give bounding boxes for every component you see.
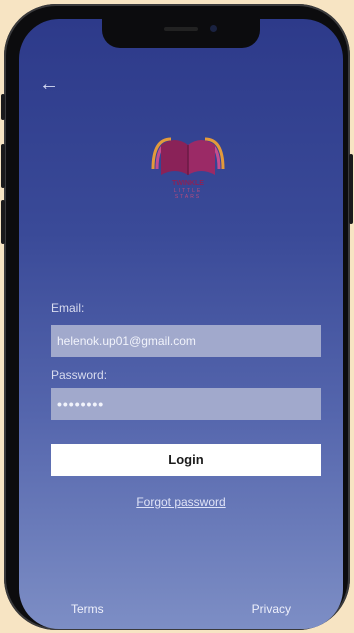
app-logo: TWINKLE LITTLE STARS: [149, 125, 227, 201]
logo-line1: TWINKLE: [172, 180, 204, 187]
speaker: [164, 27, 198, 31]
forgot-password-link[interactable]: Forgot password: [19, 495, 343, 509]
email-field[interactable]: helenok.up01@gmail.com: [51, 325, 321, 357]
front-camera: [210, 25, 217, 32]
privacy-link[interactable]: Privacy: [252, 602, 291, 616]
book-logo-icon: TWINKLE LITTLE STARS: [151, 137, 225, 200]
password-field[interactable]: ••••••••: [51, 388, 321, 420]
password-label: Password:: [51, 368, 108, 382]
terms-link[interactable]: Terms: [71, 602, 104, 616]
power-button: [349, 154, 353, 224]
mute-switch: [1, 94, 5, 120]
app-screen: ← TWINKLE LITTLE STARS Email: helenok.up…: [19, 19, 343, 629]
login-button[interactable]: Login: [51, 444, 321, 476]
volume-up-button: [1, 144, 5, 188]
logo-line3: STARS: [175, 194, 201, 200]
back-arrow-icon[interactable]: ←: [39, 74, 59, 94]
phone-frame: ← TWINKLE LITTLE STARS Email: helenok.up…: [1, 4, 353, 630]
notch: [102, 19, 260, 48]
volume-down-button: [1, 200, 5, 244]
email-label: Email:: [51, 301, 85, 315]
